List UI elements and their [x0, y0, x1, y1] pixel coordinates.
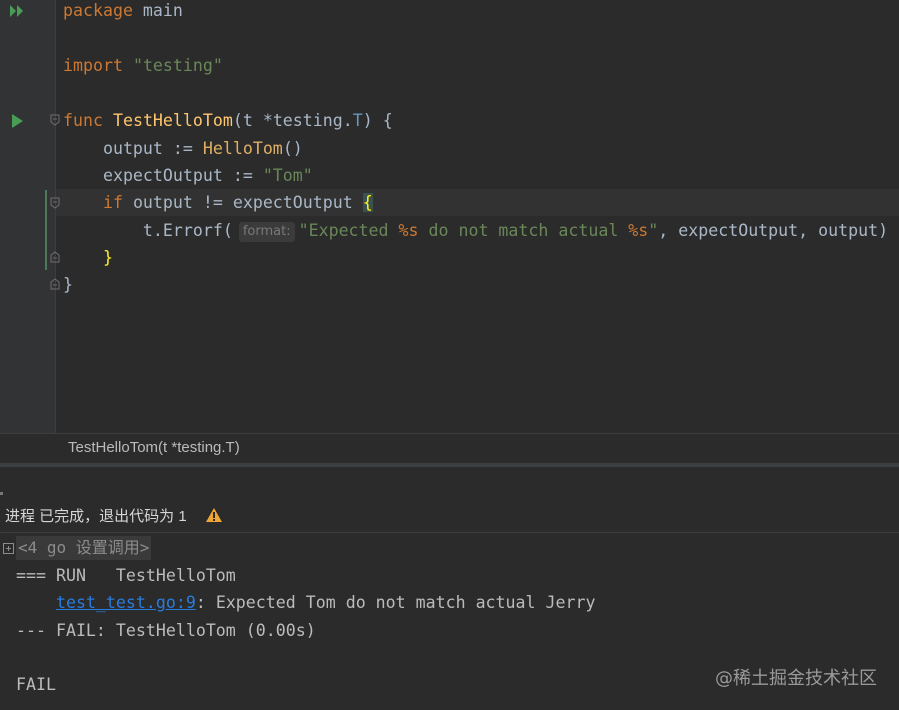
code-line-close-func[interactable]: } — [63, 271, 73, 298]
string-literal: "testing" — [132, 56, 223, 75]
breadcrumb-bar: TestHelloTom(t *testing.T) — [0, 433, 899, 464]
code-text: (t *testing. — [232, 111, 353, 130]
code-text: ) { — [362, 111, 393, 130]
string-literal: do not match actual — [418, 221, 629, 240]
format-specifier: %s — [398, 221, 419, 240]
code-line-close-if[interactable]: } — [63, 244, 113, 271]
console-fail-summary: FAIL — [16, 675, 56, 694]
string-literal: "Tom" — [262, 166, 313, 185]
keyword: func — [63, 111, 103, 130]
run-all-icon[interactable] — [10, 3, 26, 22]
keyword: import — [63, 56, 123, 75]
code-text: () — [282, 139, 303, 158]
console-run-line: === RUN TestHelloTom — [16, 566, 236, 585]
breadcrumb[interactable]: TestHelloTom(t *testing.T) — [68, 439, 240, 456]
warning-icon — [205, 507, 223, 527]
run-test-icon[interactable] — [12, 113, 24, 132]
console-divider — [0, 532, 899, 533]
expand-icon[interactable] — [3, 543, 14, 554]
keyword: if — [63, 193, 123, 212]
fold-marker-icon[interactable] — [50, 114, 60, 126]
collapsed-output[interactable]: <4 go 设置调用> — [3, 536, 152, 560]
code-text: } — [63, 275, 73, 294]
code-text: output != expectOutput — [122, 193, 363, 212]
code-line-errorf[interactable]: t.Errorf( format: "Expected %s do not matc… — [63, 217, 888, 244]
code-line-func[interactable]: func TestHelloTom(t *testing.T) { — [63, 107, 393, 134]
code-text: expectOutput := — [63, 166, 263, 185]
process-status: 进程 已完成，退出代码为 1 — [5, 508, 187, 525]
matched-brace: } — [63, 248, 113, 267]
format-specifier: %s — [628, 221, 649, 240]
code-text: , expectOutput, output) — [658, 221, 889, 240]
code-text: main — [132, 1, 183, 20]
parameter-hint: format: — [238, 221, 295, 242]
fold-marker-icon[interactable] — [50, 197, 60, 209]
scope-indicator — [45, 190, 47, 270]
keyword: package — [63, 1, 133, 20]
gutter-divider — [55, 0, 56, 433]
panel-handle[interactable] — [0, 492, 3, 495]
function-call: HelloTom — [202, 139, 283, 158]
string-literal: "Expected — [298, 221, 399, 240]
code-text: output := — [63, 139, 203, 158]
fold-end-icon[interactable] — [50, 251, 60, 263]
code-line-import[interactable]: import "testing" — [63, 52, 223, 79]
code-text: t.Errorf( — [63, 221, 233, 240]
code-line-if[interactable]: if output != expectOutput { — [63, 189, 373, 216]
function-name: TestHelloTom — [112, 111, 233, 130]
type-name: T — [352, 111, 363, 130]
console-fail-line: --- FAIL: TestHelloTom (0.00s) — [16, 621, 316, 640]
console-error-line: test_test.go:9: Expected Tom do not matc… — [16, 589, 596, 616]
matched-brace: { — [362, 193, 373, 212]
error-message: : Expected Tom do not match actual Jerry — [195, 593, 596, 612]
fold-end-icon[interactable] — [50, 278, 60, 290]
code-line-package[interactable]: package main — [63, 0, 183, 24]
code-editor[interactable]: package main import "testing" func TestH… — [0, 0, 899, 433]
string-literal: " — [648, 221, 659, 240]
code-line-output[interactable]: output := HelloTom() — [63, 135, 303, 162]
collapsed-label: <4 go 设置调用> — [16, 536, 152, 560]
run-panel: 进程 已完成，退出代码为 1 <4 go 设置调用> === RUN TestH… — [0, 467, 899, 710]
source-link[interactable]: test_test.go:9 — [56, 593, 196, 612]
code-line-expect[interactable]: expectOutput := "Tom" — [63, 162, 313, 189]
watermark: @稀土掘金技术社区 — [715, 668, 877, 689]
